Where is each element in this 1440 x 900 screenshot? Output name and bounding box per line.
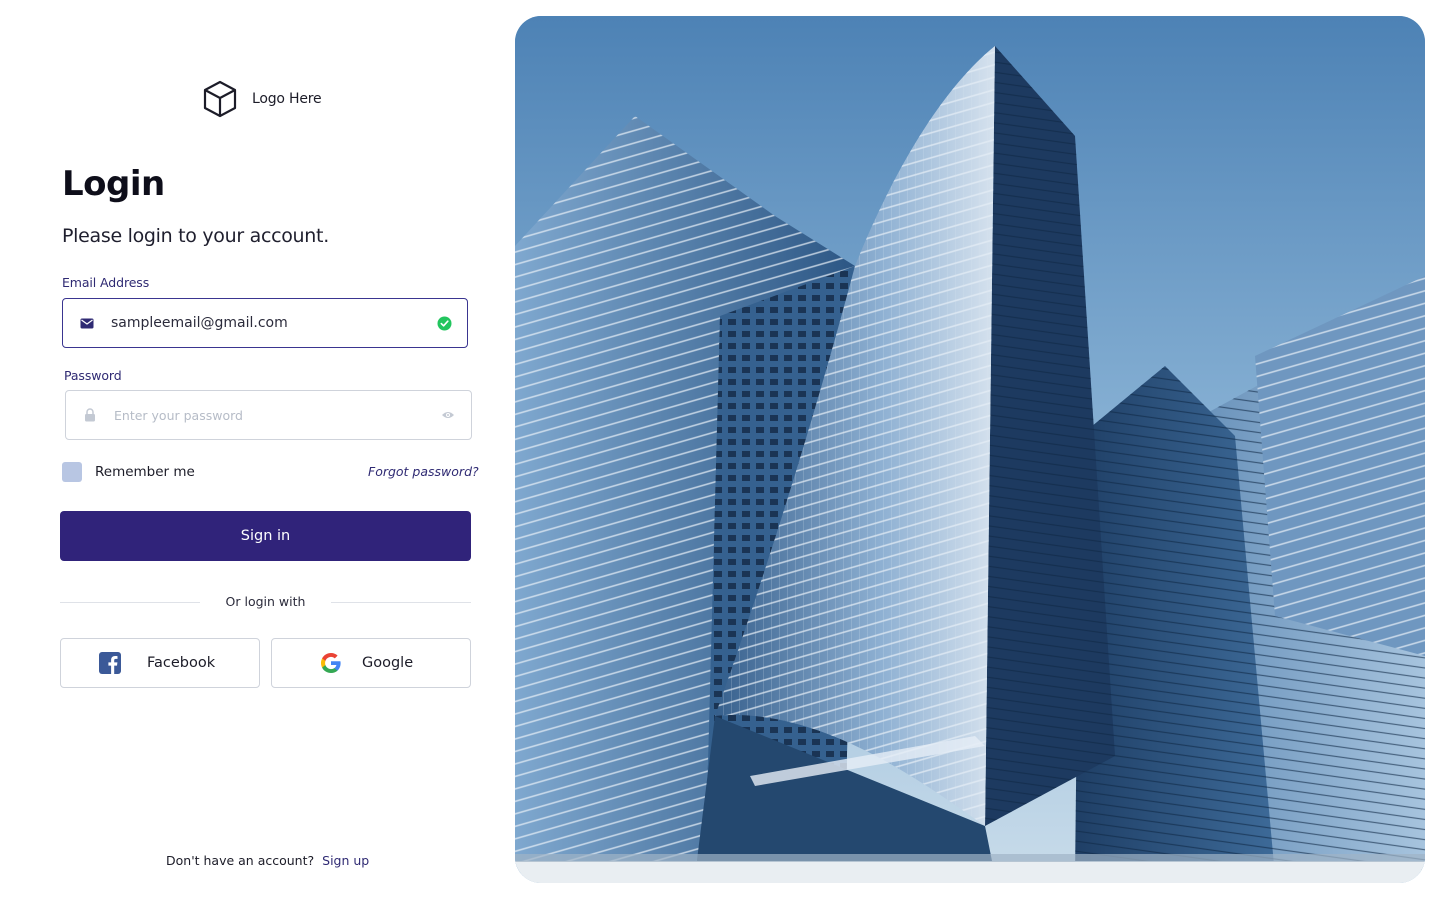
facebook-icon xyxy=(99,652,121,674)
mail-icon xyxy=(79,315,95,331)
signup-prompt: Don't have an account? Sign up xyxy=(166,853,369,868)
email-field[interactable] xyxy=(62,298,468,348)
forgot-password-link[interactable]: Forgot password? xyxy=(368,464,479,479)
remember-checkbox[interactable] xyxy=(62,462,82,482)
logo: Logo Here xyxy=(201,78,322,120)
signup-prompt-text: Don't have an account? xyxy=(166,853,315,868)
password-label: Password xyxy=(64,368,122,383)
divider-right xyxy=(331,602,471,603)
lock-icon xyxy=(82,407,98,423)
sign-up-link[interactable]: Sign up xyxy=(322,853,369,868)
check-circle-icon xyxy=(435,314,453,332)
eye-icon[interactable] xyxy=(439,406,457,424)
google-label: Google xyxy=(362,655,414,671)
cube-logo-icon xyxy=(203,80,237,118)
password-field[interactable] xyxy=(65,390,472,440)
password-input[interactable] xyxy=(114,391,431,439)
google-icon xyxy=(320,652,342,674)
email-label: Email Address xyxy=(62,275,150,290)
logo-text: Logo Here xyxy=(252,91,322,107)
remember-me[interactable]: Remember me xyxy=(62,462,195,482)
skyscrapers-illustration xyxy=(515,16,1425,883)
divider-left xyxy=(60,602,200,603)
sign-in-button[interactable]: Sign in xyxy=(60,511,471,561)
email-input[interactable] xyxy=(111,299,427,347)
google-login-button[interactable]: Google xyxy=(271,638,471,688)
page-title: Login xyxy=(62,164,165,204)
hero-image xyxy=(515,16,1425,883)
remember-label: Remember me xyxy=(95,464,195,480)
divider-text: Or login with xyxy=(225,594,306,609)
facebook-login-button[interactable]: Facebook xyxy=(60,638,260,688)
page-subtitle: Please login to your account. xyxy=(62,225,329,247)
facebook-label: Facebook xyxy=(147,655,216,671)
